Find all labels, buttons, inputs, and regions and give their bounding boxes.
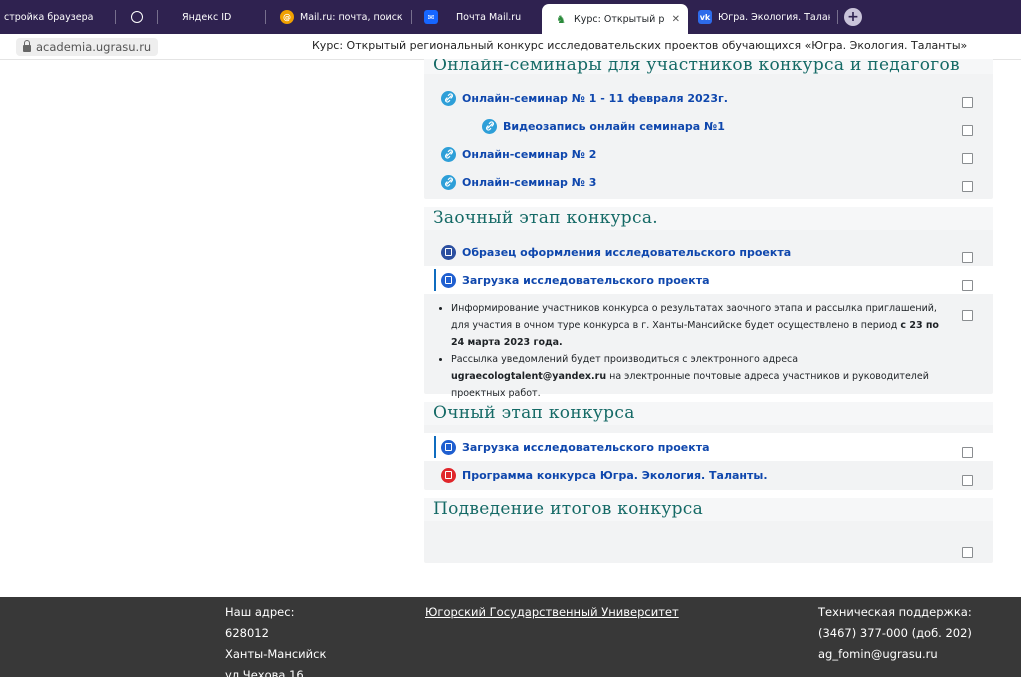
activity-link[interactable]: Загрузка исследовательского проекта [441,272,710,288]
support-phone: (3467) 377-000 (доб. 202) [818,626,972,640]
activity-link[interactable]: Онлайн-семинар № 3 [441,174,597,190]
assignment-icon [441,272,456,288]
completion-checkbox[interactable] [962,475,973,486]
activity-link[interactable]: Видеозапись онлайн семинара №1 [482,118,725,134]
page-icon [441,244,456,260]
link-icon [441,90,456,106]
tab-browser-settings[interactable]: стройка браузера [0,0,116,34]
link-icon [441,174,456,190]
section-title: Заочный этап конкурса. [424,207,993,230]
new-tab-button[interactable]: + [844,8,862,26]
tab-title: Курс: Открытый регион [574,13,664,25]
link-icon [441,146,456,162]
activity-label: Онлайн-семинар № 2 [462,147,597,161]
completion-checkbox[interactable] [962,252,973,263]
tab-course-active[interactable]: ♞ Курс: Открытый регион ✕ [542,4,688,34]
activity-label: Онлайн-семинар № 1 - 11 февраля 2023г. [462,91,728,105]
pdf-icon [441,467,456,483]
section-title: Онлайн-семинары для участников конкурса … [424,59,993,74]
footer-university: Югорский Государственный Университет [425,602,679,623]
activity-label: Видеозапись онлайн семинара №1 [503,119,725,133]
assignment-icon [441,439,456,455]
activity-label: Образец оформления исследовательского пр… [462,245,792,259]
tab-title: Яндекс ID [182,11,232,23]
university-link[interactable]: Югорский Государственный Университет [425,605,679,619]
activity-link[interactable]: Загрузка исследовательского проекта [441,439,710,455]
page-footer: Наш адрес: 628012 Ханты-Мансийск ул.Чехо… [0,597,1021,682]
activity-link[interactable]: Онлайн-семинар № 1 - 11 февраля 2023г. [441,90,728,106]
tab-mailru-search[interactable]: @ Mail.ru: почта, поиск в инт [266,0,412,34]
url-field[interactable]: academia.ugrasu.ru [16,37,159,56]
activity-project-upload: Загрузка исследовательского проекта [424,266,993,294]
address-bar: academia.ugrasu.ru Курс: Открытый регион… [0,34,1021,60]
footer-address: Наш адрес: 628012 Ханты-Мансийск ул.Чехо… [225,602,326,686]
tab-vk-ugra[interactable]: vk Югра. Экология. Таланты [688,0,838,34]
completion-checkbox[interactable] [962,310,973,321]
tab-title: Почта Mail.ru [456,11,522,23]
url-text: academia.ugrasu.ru [36,39,152,54]
section-online-seminars: Онлайн-семинары для участников конкурса … [424,59,993,199]
course-content: Онлайн-семинары для участников конкурса … [424,59,993,571]
browser-tab-strip: стройка браузера Яндекс ID @ Mail.ru: по… [0,0,1021,34]
globe-icon [131,11,143,23]
address-street: ул.Чехова 16. [225,668,308,682]
close-icon[interactable]: ✕ [672,14,680,25]
activity-seminar-2: Онлайн-семинар № 2 [424,140,993,168]
info-item: Информирование участников конкурса о рез… [451,300,953,351]
activity-project-upload-fulltime: Загрузка исследовательского проекта [424,433,993,461]
address-title: Наш адрес: [225,605,295,619]
tab-yandex-id[interactable]: Яндекс ID [158,0,266,34]
tab-globe[interactable] [116,0,158,34]
section-title: Подведение итогов конкурса [424,498,993,521]
activity-contest-program: Программа конкурса Югра. Экология. Талан… [424,461,993,489]
section-body [424,521,993,571]
section-results: Подведение итогов конкурса [424,498,993,563]
activity-link[interactable]: Образец оформления исследовательского пр… [441,244,792,260]
link-icon [482,118,497,134]
activity-link[interactable]: Онлайн-семинар № 2 [441,146,597,162]
address-postcode: 628012 [225,626,269,640]
activity-label: Онлайн-семинар № 3 [462,175,597,189]
completion-checkbox[interactable] [962,153,973,164]
completion-checkbox[interactable] [962,125,973,136]
tab-title: Mail.ru: почта, поиск в инт [300,11,404,23]
vk-icon: vk [698,10,712,24]
completion-checkbox[interactable] [962,547,973,558]
envelope-icon: ✉ [424,10,438,24]
activity-label: Загрузка исследовательского проекта [462,440,710,454]
address-city: Ханты-Мансийск [225,647,327,661]
completion-checkbox[interactable] [962,447,973,458]
info-item: Рассылка уведомлений будет производиться… [451,351,953,402]
tab-mailru-inbox[interactable]: ✉ Почта Mail.ru [412,0,542,34]
mail-icon: @ [280,10,294,24]
completion-checkbox[interactable] [962,280,973,291]
activity-link[interactable]: Программа конкурса Югра. Экология. Талан… [441,467,768,483]
section-fulltime-stage: Очный этап конкурса Загрузка исследовате… [424,402,993,490]
activity-project-sample: Образец оформления исследовательского пр… [424,238,993,266]
activity-seminar-3: Онлайн-семинар № 3 [424,168,993,196]
lock-icon [23,39,31,52]
section-title: Очный этап конкурса [424,402,993,425]
activity-seminar-1: Онлайн-семинар № 1 - 11 февраля 2023г. [424,84,993,112]
footer-support: Техническая поддержка: (3467) 377-000 (д… [818,602,972,665]
completion-checkbox[interactable] [962,97,973,108]
activity-label: Загрузка исследовательского проекта [462,273,710,287]
support-email: ag_fomin@ugrasu.ru [818,647,938,661]
ugra-icon: ♞ [556,12,566,26]
tab-title: Югра. Экология. Таланты [718,11,830,23]
activity-video-seminar-1: Видеозапись онлайн семинара №1 [424,112,993,140]
support-title: Техническая поддержка: [818,605,972,619]
activity-label: Программа конкурса Югра. Экология. Талан… [462,468,768,482]
stage-info-text: Информирование участников конкурса о рез… [424,294,993,410]
completion-checkbox[interactable] [962,181,973,192]
page-title: Курс: Открытый региональный конкурс иссл… [312,39,968,52]
section-correspondence-stage: Заочный этап конкурса. Образец оформлени… [424,207,993,399]
tab-title: стройка браузера [4,11,94,23]
